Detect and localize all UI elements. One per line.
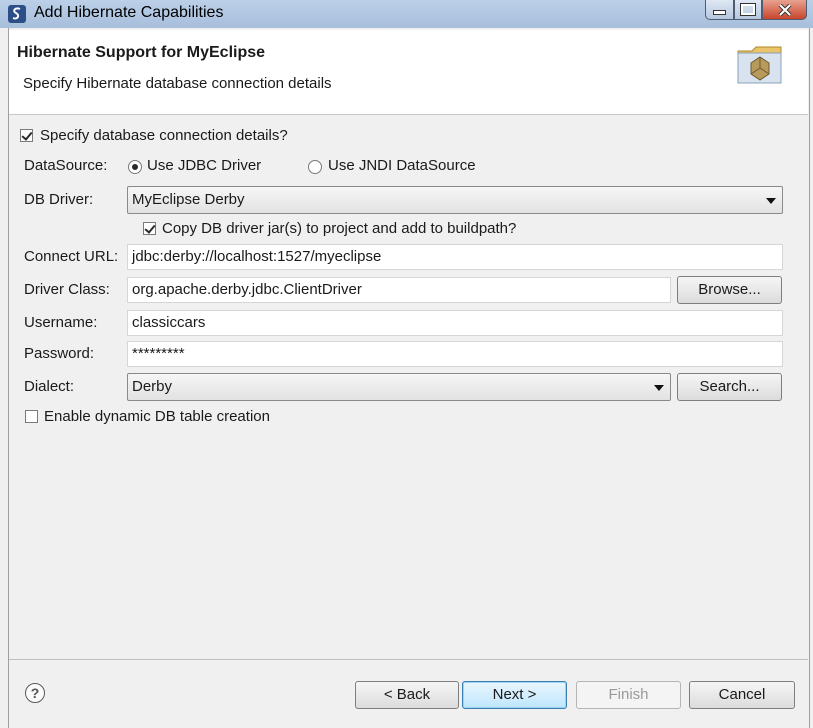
driver-class-input[interactable]: org.apache.derby.jdbc.ClientDriver <box>127 277 671 303</box>
copy-jars-label: Copy DB driver jar(s) to project and add… <box>162 220 517 237</box>
search-button[interactable]: Search... <box>677 373 782 401</box>
specify-details-checkbox[interactable] <box>20 129 33 142</box>
wizard-header <box>9 30 808 115</box>
password-label: Password: <box>24 345 95 362</box>
connect-url-input[interactable]: jdbc:derby://localhost:1527/myeclipse <box>127 244 783 270</box>
username-input[interactable]: classiccars <box>127 310 783 336</box>
username-label: Username: <box>24 314 98 331</box>
dialect-select[interactable]: Derby <box>127 373 671 401</box>
connect-url-label: Connect URL: <box>24 248 119 265</box>
radio-use-jdbc-driver-label: Use JDBC Driver <box>147 157 262 174</box>
footer-separator <box>9 659 808 660</box>
maximize-icon <box>740 3 756 16</box>
close-icon <box>778 3 791 16</box>
dynamic-table-checkbox[interactable] <box>25 410 38 423</box>
window-controls <box>705 0 807 20</box>
help-icon[interactable]: ? <box>25 683 45 703</box>
hibernate-wizard-icon <box>735 43 785 87</box>
radio-use-jndi-datasource[interactable] <box>308 160 322 174</box>
password-input[interactable]: ********* <box>127 341 783 367</box>
browse-button[interactable]: Browse... <box>677 276 782 304</box>
copy-jars-checkbox[interactable] <box>143 222 156 235</box>
minimize-icon <box>713 10 726 15</box>
driver-class-label: Driver Class: <box>24 281 110 298</box>
dialect-label: Dialect: <box>24 378 75 395</box>
wizard-subtitle: Specify Hibernate database connection de… <box>23 75 332 92</box>
dropdown-arrow-icon <box>654 385 664 391</box>
myeclipse-app-icon <box>7 4 27 24</box>
window-title: Add Hibernate Capabilities <box>34 4 224 21</box>
maximize-button[interactable] <box>734 0 762 20</box>
next-button[interactable]: Next > <box>462 681 567 709</box>
minimize-button[interactable] <box>705 0 734 20</box>
finish-button[interactable]: Finish <box>576 681 681 709</box>
datasource-label: DataSource: <box>24 157 108 174</box>
db-driver-label: DB Driver: <box>24 191 94 208</box>
dynamic-table-label: Enable dynamic DB table creation <box>44 408 270 425</box>
radio-use-jdbc-driver[interactable] <box>128 160 142 174</box>
db-driver-value: MyEclipse Derby <box>132 191 245 208</box>
dropdown-arrow-icon <box>766 198 776 204</box>
specify-details-label: Specify database connection details? <box>40 127 288 144</box>
cancel-button[interactable]: Cancel <box>689 681 795 709</box>
radio-use-jndi-datasource-label: Use JNDI DataSource <box>328 157 476 174</box>
dialect-value: Derby <box>132 378 173 395</box>
back-button[interactable]: < Back <box>355 681 459 709</box>
close-button[interactable] <box>762 0 807 20</box>
wizard-title: Hibernate Support for MyEclipse <box>17 44 266 61</box>
db-driver-select[interactable]: MyEclipse Derby <box>127 186 783 214</box>
